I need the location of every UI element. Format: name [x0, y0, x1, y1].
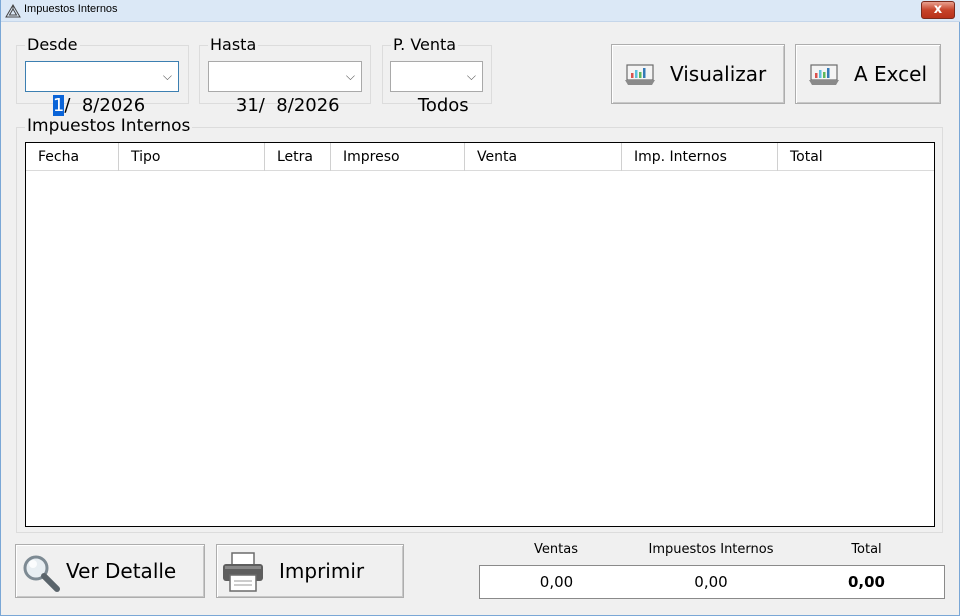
column-header-fecha[interactable]: Fecha: [26, 143, 119, 171]
imprimir-label: Imprimir: [279, 559, 365, 583]
column-header-tipo[interactable]: Tipo: [119, 143, 265, 171]
grand-total-value: 0,00: [789, 565, 945, 599]
hasta-date-picker[interactable]: 31/ 8/2026 ⌵: [208, 61, 362, 116]
desde-date-rest: / 8/2026: [64, 95, 146, 116]
hasta-label: Hasta: [208, 35, 259, 54]
impuestos-table[interactable]: Fecha Tipo Letra Impreso Venta Imp. Inte…: [25, 142, 935, 527]
ventas-total-value: 0,00: [479, 565, 634, 599]
visualizar-label: Visualizar: [670, 62, 767, 86]
visualizar-button[interactable]: Visualizar: [611, 44, 785, 104]
column-header-impreso[interactable]: Impreso: [331, 143, 465, 171]
printer-icon: [223, 552, 263, 592]
chevron-down-icon: ⌵: [162, 69, 172, 83]
grand-total-label: Total: [851, 542, 882, 557]
title-bar: Impuestos Internos x: [1, 0, 960, 22]
chart-screen-icon: [625, 64, 655, 85]
ventas-total-label: Ventas: [534, 542, 578, 557]
ver-detalle-button[interactable]: Ver Detalle: [15, 544, 205, 598]
excel-label: A Excel: [854, 62, 928, 86]
column-header-venta[interactable]: Venta: [465, 143, 622, 171]
chevron-down-icon: ⌵: [345, 69, 355, 83]
main-window: Impuestos Internos x Desde 1/ 8/2026 ⌵ H…: [0, 0, 960, 616]
punto-venta-label: P. Venta: [391, 35, 459, 54]
imprimir-button[interactable]: Imprimir: [216, 544, 404, 598]
column-header-letra[interactable]: Letra: [265, 143, 331, 171]
ver-detalle-label: Ver Detalle: [66, 559, 177, 583]
hasta-date-value: 31/ 8/2026: [235, 95, 340, 116]
window-title: Impuestos Internos: [24, 3, 118, 15]
desde-date-picker[interactable]: 1/ 8/2026 ⌵: [25, 61, 179, 116]
magnifier-icon: [23, 555, 60, 592]
impuestos-total-label: Impuestos Internos: [648, 542, 774, 557]
desde-day-selection: 1: [52, 95, 65, 116]
desde-label: Desde: [25, 35, 80, 54]
app-triangle-icon: [5, 4, 21, 18]
punto-venta-value: Todos: [417, 95, 469, 116]
impuestos-group-label: Impuestos Internos: [25, 116, 193, 136]
chevron-down-icon: ⌵: [466, 69, 476, 83]
chart-screen-icon: [809, 64, 839, 85]
table-header: Fecha Tipo Letra Impreso Venta Imp. Inte…: [26, 143, 934, 171]
column-header-imp-internos[interactable]: Imp. Internos: [622, 143, 778, 171]
column-header-total[interactable]: Total: [778, 143, 934, 171]
impuestos-total-value: 0,00: [633, 565, 790, 599]
close-button[interactable]: x: [921, 1, 955, 19]
punto-venta-select[interactable]: Todos ⌵: [390, 61, 483, 116]
excel-button[interactable]: A Excel: [795, 44, 941, 104]
